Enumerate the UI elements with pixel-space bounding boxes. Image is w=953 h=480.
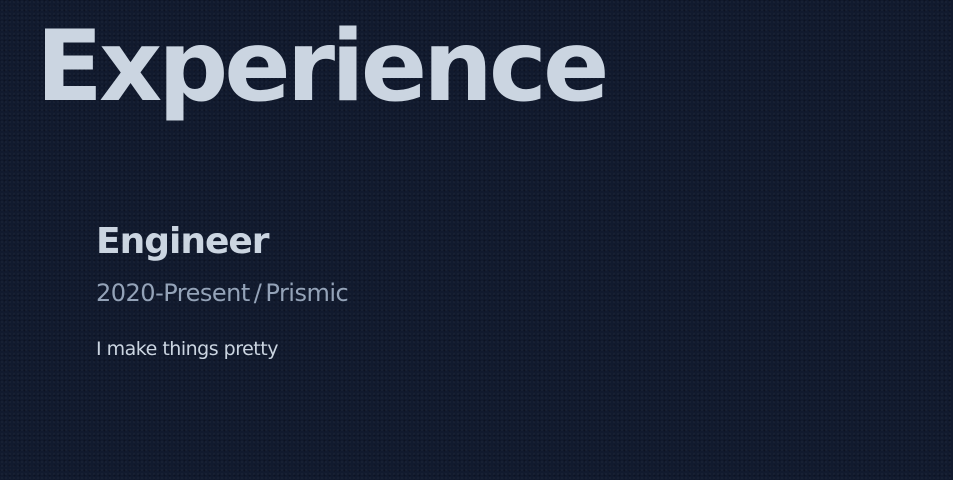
- job-company: Prismic: [265, 279, 349, 307]
- job-description: I make things pretty: [96, 338, 278, 360]
- experience-item: Engineer 2020-Present / Prismic I make thi…: [96, 220, 796, 362]
- job-meta: 2020-Present / Prismic: [96, 278, 796, 308]
- job-title: Engineer: [96, 221, 270, 262]
- job-period: 2020-Present: [96, 279, 250, 307]
- job-meta-separator: /: [253, 279, 262, 307]
- section-title: Experience: [36, 10, 609, 124]
